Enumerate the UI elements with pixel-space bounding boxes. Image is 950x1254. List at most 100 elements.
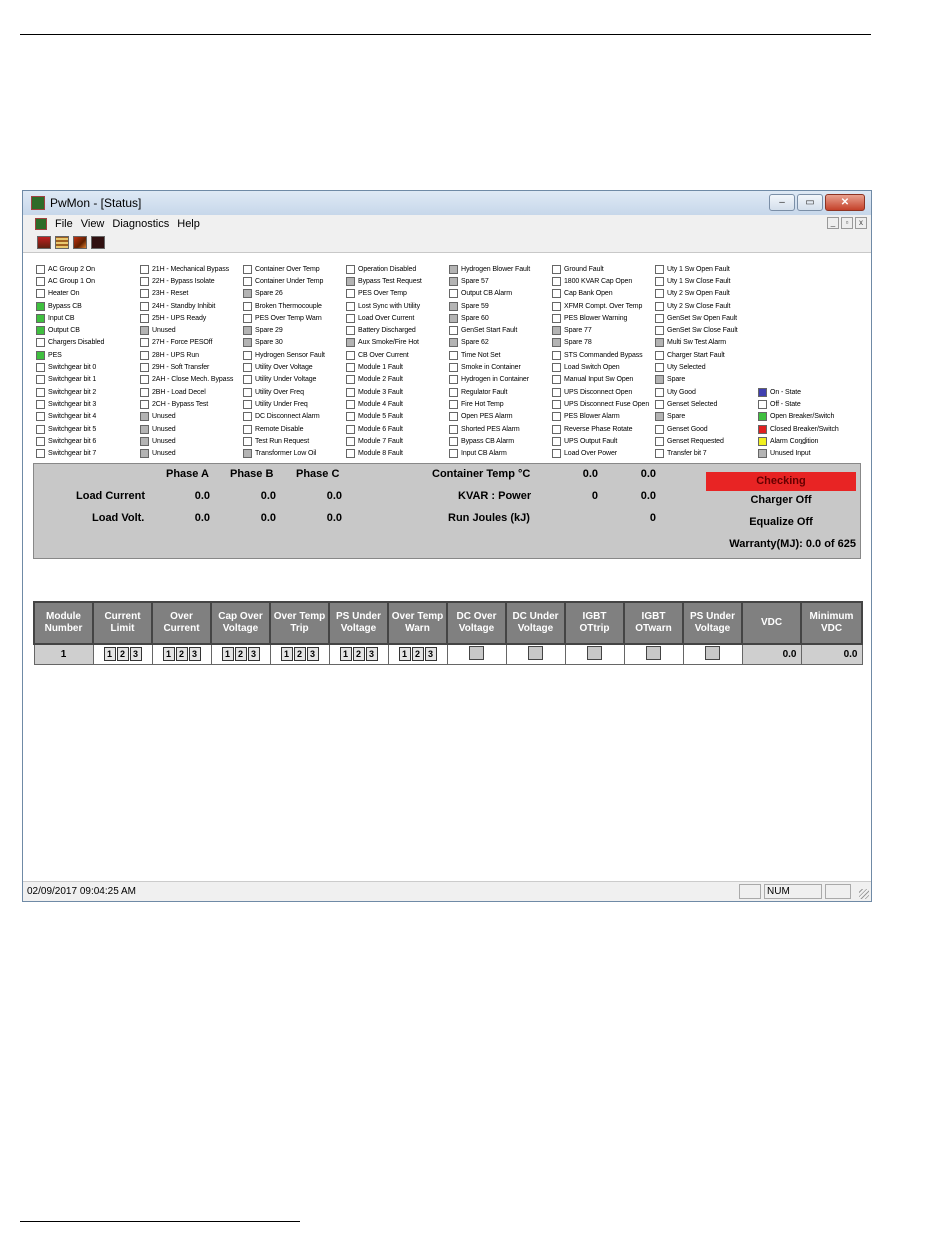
status-indicator	[655, 399, 664, 409]
mdi-minimize-button[interactable]: _	[827, 217, 839, 229]
status-item-uty-selected: Uty Selected	[655, 361, 763, 373]
menu-view[interactable]: View	[81, 218, 105, 230]
status-label: Module 3 Fault	[358, 388, 403, 396]
status-indicator	[140, 289, 149, 299]
menu-help[interactable]: Help	[177, 218, 200, 230]
status-label: Aux Smoke/Fire Hot	[358, 339, 419, 347]
status-item-1800-kvar-cap-open: 1800 KVAR Cap Open	[552, 275, 660, 287]
status-indicator	[140, 276, 149, 286]
status-indicator	[36, 399, 45, 409]
status-item-broken-thermocouple: Broken Thermocouple	[243, 300, 351, 312]
status-label: Lost Sync with Utility	[358, 302, 420, 310]
status-label: AC Group 2 On	[48, 265, 95, 273]
status-label: Remote Disable	[255, 425, 304, 433]
status-item-uty-1-sw-open-fault: Uty 1 Sw Open Fault	[655, 263, 763, 275]
legend-item-open-breaker-switch: Open Breaker/Switch	[758, 411, 866, 423]
status-view-icon[interactable]	[37, 236, 51, 249]
menu-diagnostics[interactable]: Diagnostics	[112, 218, 169, 230]
status-item-battery-discharged: Battery Discharged	[346, 324, 454, 336]
status-label: Smoke in Container	[461, 364, 521, 372]
status-label: Battery Discharged	[358, 327, 416, 335]
load-volt-phase-a: 0.0	[194, 512, 210, 524]
close-button[interactable]: ✕	[825, 194, 865, 211]
status-item-hydrogen-sensor-fault: Hydrogen Sensor Fault	[243, 349, 351, 361]
header-minimum-vdc: Minimum VDC	[800, 601, 863, 645]
status-indicator	[449, 424, 458, 434]
status-indicator	[243, 399, 252, 409]
status-column-5: Hydrogen Blower Fault Spare 57 Output CB A…	[449, 263, 557, 460]
header-igbt-ottrip: IGBT OTtrip	[564, 601, 625, 645]
status-indicator	[36, 276, 45, 286]
status-indicator	[243, 375, 252, 385]
status-label: AC Group 1 On	[48, 277, 95, 285]
menu-bar: File View Diagnostics Help _ ▫ x	[23, 215, 871, 233]
status-label: Input CB	[48, 314, 75, 322]
resize-grip-icon[interactable]	[859, 889, 869, 899]
pwmon-window: PwMon - [Status] – ▭ ✕ File View Diagnos…	[22, 190, 872, 902]
status-label: 23H - Reset	[152, 290, 189, 298]
status-item-cb-over-current: CB Over Current	[346, 349, 454, 361]
menu-file[interactable]: File	[55, 218, 73, 230]
status-label: 1800 KVAR Cap Open	[564, 277, 633, 285]
status-item-smoke-in-container: Smoke in Container	[449, 361, 557, 373]
status-indicator	[552, 436, 561, 446]
status-indicator	[449, 375, 458, 385]
status-label: Bypass Test Request	[358, 277, 422, 285]
status-item-genset-sw-open-fault: GenSet Sw Open Fault	[655, 312, 763, 324]
status-item-switchgear-bit-1: Switchgear bit 1	[36, 374, 144, 386]
header-current-limit: Current Limit	[92, 601, 153, 645]
mdi-restore-button[interactable]: ▫	[841, 217, 853, 229]
status-indicator	[243, 301, 252, 311]
charger-status: Charger Off	[750, 494, 812, 506]
kvar-power-label: KVAR : Power	[458, 490, 532, 502]
cap-over-voltage-cell: 123	[210, 643, 271, 665]
maximize-button[interactable]: ▭	[797, 194, 823, 211]
status-item-unused: Unused	[140, 435, 248, 447]
status-item-spare: Spare	[655, 374, 763, 386]
status-indicator	[36, 301, 45, 311]
status-indicator	[655, 276, 664, 286]
status-indicator	[552, 276, 561, 286]
status-indicator	[655, 387, 664, 397]
status-item-spare-29: Spare 29	[243, 324, 351, 336]
status-indicator	[655, 326, 664, 336]
status-indicator	[140, 313, 149, 323]
phase-indicator-1: 1	[221, 647, 234, 662]
app-icon	[31, 196, 45, 210]
dc-over-voltage-indicator	[469, 645, 484, 660]
status-indicator	[140, 350, 149, 360]
header-dc-over-voltage: DC Over Voltage	[446, 601, 507, 645]
status-indicator	[449, 313, 458, 323]
phase-indicator-1: 1	[280, 647, 293, 662]
legend-swatch	[758, 399, 767, 409]
status-label: Spare 26	[255, 290, 283, 298]
header-over-temp-warn: Over Temp Warn	[387, 601, 448, 645]
module-number-cell: 1	[33, 643, 94, 665]
status-item-unused: Unused	[140, 423, 248, 435]
title-bar[interactable]: PwMon - [Status] – ▭ ✕	[23, 191, 871, 215]
status-label: Uty 2 Sw Close Fault	[667, 302, 731, 310]
status-label: PES Blower Alarm	[564, 413, 620, 421]
status-label: Unused	[152, 425, 176, 433]
phase-indicator-2: 2	[352, 647, 365, 662]
header-over-current: Over Current	[151, 601, 212, 645]
phase-indicator-2: 2	[234, 647, 247, 662]
status-indicator	[655, 301, 664, 311]
phase-indicator-3: 3	[365, 647, 378, 662]
status-label: Spare 30	[255, 339, 283, 347]
legend-swatch	[758, 436, 767, 446]
status-item-charger-start-fault: Charger Start Fault	[655, 349, 763, 361]
minimize-button[interactable]: –	[769, 194, 795, 211]
log-view-icon[interactable]	[55, 236, 69, 249]
status-label: UPS Disconnect Open	[564, 388, 633, 396]
mdi-close-button[interactable]: x	[855, 217, 867, 229]
module-view-icon[interactable]	[73, 236, 87, 249]
status-label: 29H - Soft Transfer	[152, 364, 210, 372]
status-item-output-cb: Output CB	[36, 324, 144, 336]
status-indicator	[140, 449, 149, 459]
status-indicator	[655, 449, 664, 459]
status-indicator	[346, 399, 355, 409]
status-indicator	[243, 387, 252, 397]
graph-view-icon[interactable]	[91, 236, 105, 249]
status-indicator	[552, 289, 561, 299]
